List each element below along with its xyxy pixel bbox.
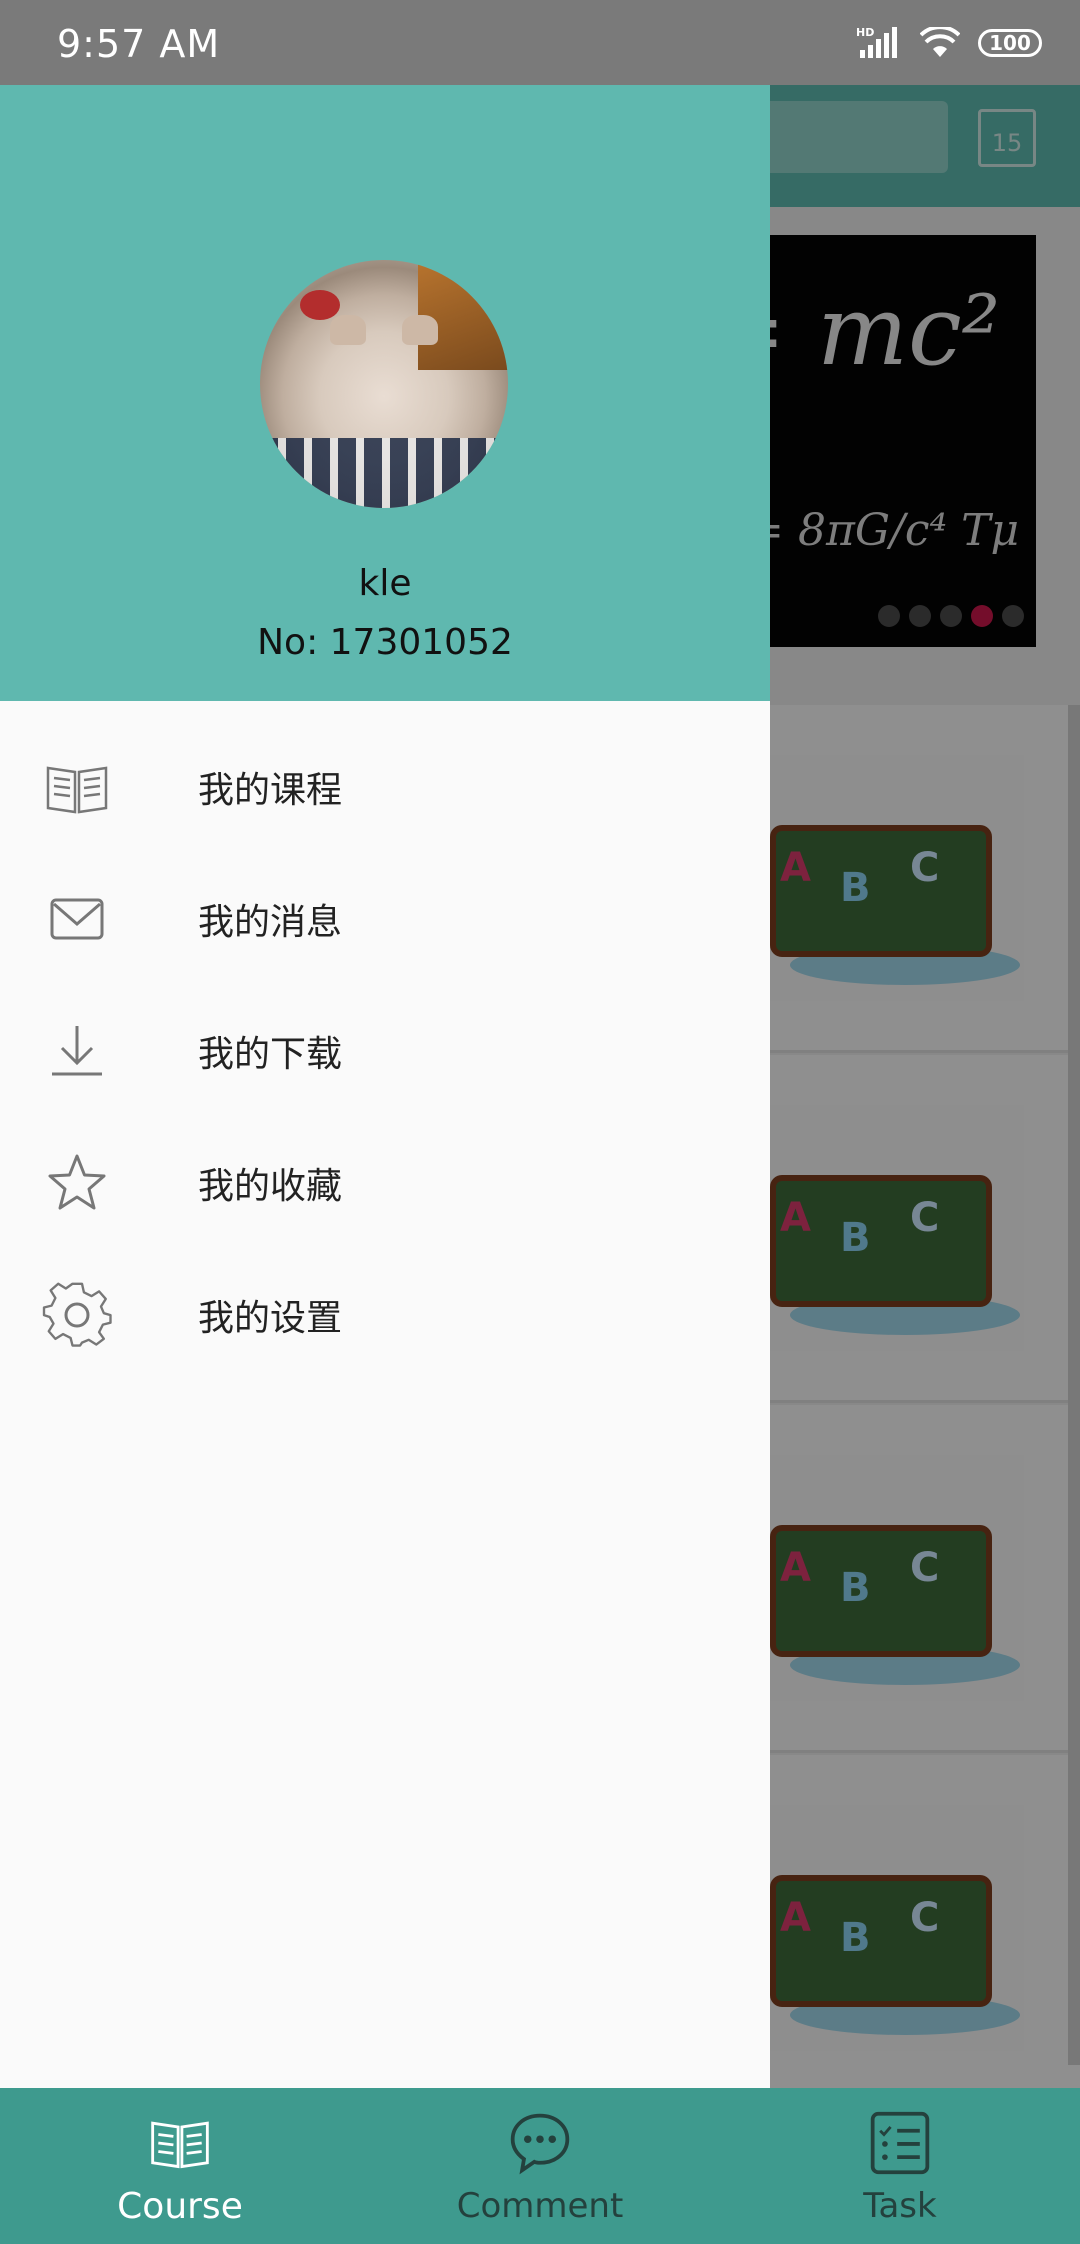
menu-item-my-settings[interactable]: 我的设置 [0,1249,770,1381]
drawer-menu: 我的课程 我的消息 我的下载 我的收藏 我的设置 [0,721,770,1381]
menu-item-label: 我的下载 [198,1034,343,1075]
battery-icon: 100 [978,29,1042,57]
book-icon [151,2121,209,2169]
menu-item-label: 我的收藏 [198,1166,343,1207]
wifi-icon [920,27,960,57]
tab-label: Task [863,2186,937,2226]
checklist-icon [870,2111,930,2175]
tab-label: Course [117,2186,243,2227]
menu-item-my-favorites[interactable]: 我的收藏 [0,1117,770,1249]
star-icon [48,1154,106,1210]
status-icons: HD 100 [856,26,1042,60]
status-bar: 9:57 AM HD 100 [0,0,1080,85]
chat-bubble-icon [510,2113,570,2175]
avatar[interactable] [260,260,508,508]
gear-icon [42,1282,112,1347]
signal-icon: HD [856,26,897,58]
tab-label: Comment [456,2186,624,2226]
status-time: 9:57 AM [57,22,221,66]
navigation-drawer: kle No: 17301052 我的课程 我的消息 我的下载 我的收藏 我的设… [0,85,770,2088]
menu-item-label: 我的设置 [198,1298,343,1339]
user-number: No: 17301052 [257,622,513,663]
menu-item-my-messages[interactable]: 我的消息 [0,853,770,985]
menu-item-my-downloads[interactable]: 我的下载 [0,985,770,1117]
tab-course[interactable]: Course [0,2088,360,2244]
svg-text:HD: HD [856,26,874,39]
tab-comment[interactable]: Comment [360,2088,720,2244]
menu-item-label: 我的课程 [198,770,343,811]
user-name: kle [358,563,412,604]
book-icon [46,766,108,814]
mail-icon [50,898,104,940]
drawer-header: kle No: 17301052 [0,85,770,701]
download-icon [52,1026,102,1076]
bottom-navigation: Course Comment Task [0,2088,1080,2244]
tab-task[interactable]: Task [720,2088,1080,2244]
menu-item-label: 我的消息 [198,902,343,943]
menu-item-my-courses[interactable]: 我的课程 [0,721,770,853]
